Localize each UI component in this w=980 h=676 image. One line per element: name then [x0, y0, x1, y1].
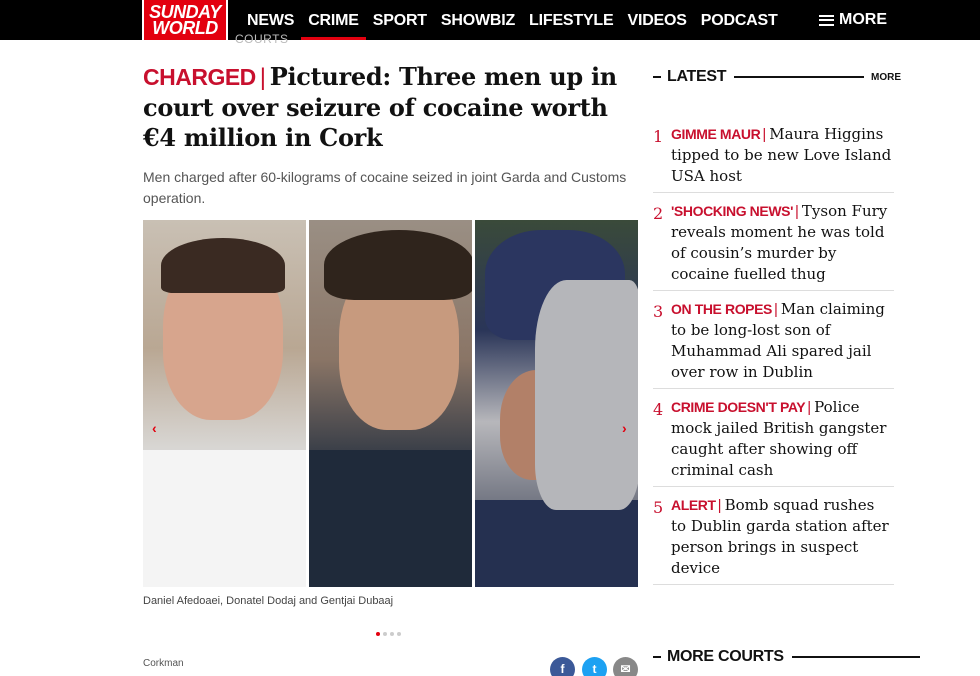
list-item[interactable]: 1 GIMME MAUR | Maura Higgins tipped to be …: [653, 124, 894, 193]
nav-videos[interactable]: VIDEOS: [620, 0, 693, 40]
list-item[interactable]: 2 'SHOCKING NEWS' | Tyson Fury reveals mom…: [653, 201, 894, 291]
list-item[interactable]: 5 ALERT | Bomb squad rushes to Dublin gard…: [653, 495, 894, 585]
latest-title: LATEST: [667, 68, 727, 85]
hamburger-icon: [819, 14, 834, 26]
sunday-world-logo[interactable]: SUNDAY WORLD: [142, 0, 228, 42]
list-item[interactable]: 4 CRIME DOESN'T PAY | Police mock jailed B…: [653, 397, 894, 487]
gallery-photo: [309, 220, 472, 587]
story-number: 2: [653, 204, 664, 223]
headline-kicker: CHARGED: [143, 64, 256, 90]
story-number: 3: [653, 302, 664, 321]
facebook-share-icon[interactable]: f: [550, 657, 575, 676]
gallery-dot[interactable]: [383, 632, 387, 636]
article-headline: CHARGED | Pictured: Three men up in court …: [143, 62, 638, 153]
main-nav: NEWS CRIME SPORT SHOWBIZ LIFESTYLE VIDEO…: [240, 0, 785, 40]
nav-podcast[interactable]: PODCAST: [694, 0, 785, 40]
gallery-photo: [475, 220, 638, 587]
breadcrumb[interactable]: COURTS: [235, 32, 288, 46]
nav-showbiz[interactable]: SHOWBIZ: [434, 0, 522, 40]
email-share-icon[interactable]: ✉: [613, 657, 638, 676]
more-courts-title: MORE COURTS: [667, 648, 784, 665]
gallery-dot-active[interactable]: [376, 632, 380, 636]
story-kicker: CRIME DOESN'T PAY: [671, 399, 806, 415]
more-menu-label: MORE: [839, 11, 887, 28]
more-courts-section-header: MORE COURTS: [653, 648, 920, 666]
nav-lifestyle[interactable]: LIFESTYLE: [522, 0, 620, 40]
gallery-dot[interactable]: [390, 632, 394, 636]
headline-separator: |: [259, 64, 266, 91]
story-number: 1: [653, 127, 664, 146]
latest-stories-list: 1 GIMME MAUR | Maura Higgins tipped to be …: [653, 124, 894, 593]
story-kicker: 'SHOCKING NEWS': [671, 203, 793, 219]
latest-section-header: LATEST: [653, 68, 865, 86]
story-kicker: ALERT: [671, 497, 716, 513]
article-standfirst: Men charged after 60-kilograms of cocain…: [143, 169, 627, 206]
logo-line-2: WORLD: [152, 18, 218, 38]
story-kicker: GIMME MAUR: [671, 126, 761, 142]
twitter-share-icon[interactable]: t: [582, 657, 607, 676]
story-number: 4: [653, 400, 664, 419]
more-menu-button[interactable]: MORE: [819, 0, 887, 40]
gallery-dot[interactable]: [397, 632, 401, 636]
nav-sport[interactable]: SPORT: [366, 0, 434, 40]
latest-more-link[interactable]: MORE: [871, 72, 901, 83]
nav-crime[interactable]: CRIME: [301, 0, 366, 40]
author-name[interactable]: Corkman: [143, 658, 184, 669]
photo-caption: Daniel Afedoaei, Donatel Dodaj and Gentj…: [143, 595, 394, 607]
top-navigation-bar: SUNDAY WORLD NEWS CRIME SPORT SHOWBIZ LI…: [0, 0, 980, 42]
gallery-prev-arrow-icon[interactable]: ‹: [152, 420, 157, 436]
story-kicker: ON THE ROPES: [671, 301, 772, 317]
gallery-next-arrow-icon[interactable]: ›: [622, 420, 627, 436]
list-item[interactable]: 3 ON THE ROPES | Man claiming to be long-l…: [653, 299, 894, 389]
photo-gallery[interactable]: [143, 220, 638, 587]
gallery-photo: [143, 220, 306, 587]
story-number: 5: [653, 498, 664, 517]
gallery-pagination: [376, 632, 401, 636]
